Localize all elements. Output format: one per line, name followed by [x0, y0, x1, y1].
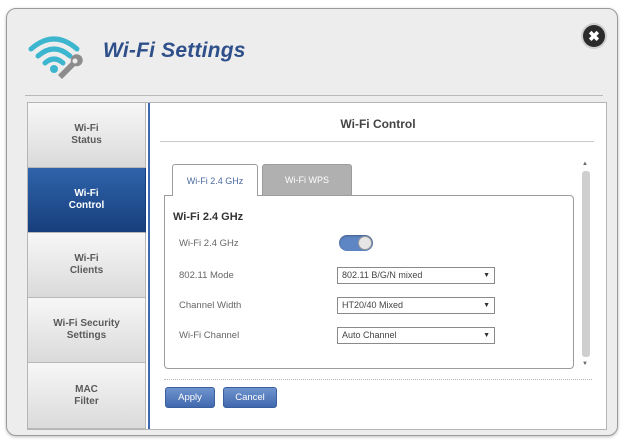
mode-select-value: 802.11 B/G/N mixed — [342, 270, 423, 280]
channel-width-label: Channel Width — [179, 300, 242, 311]
sidebar-item-label: Wi-Fi Security Settings — [53, 318, 120, 341]
channel-label: Wi-Fi Channel — [179, 330, 240, 341]
channel-select-value: Auto Channel — [342, 330, 397, 340]
tab-wifi-24ghz[interactable]: Wi-Fi 2.4 GHz — [172, 164, 258, 196]
mode-label: 802.11 Mode — [179, 270, 234, 281]
chevron-down-icon: ▼ — [483, 332, 490, 339]
sidebar-item-wifi-security-settings[interactable]: Wi-Fi Security Settings — [28, 298, 146, 363]
chevron-down-icon: ▼ — [483, 272, 490, 279]
sidebar-item-label: Wi-Fi Status — [71, 123, 102, 146]
panel-title: Wi-Fi Control — [340, 117, 416, 131]
scroll-up-icon[interactable]: ▲ — [582, 161, 588, 167]
wifi-toggle-label: Wi-Fi 2.4 GHz — [179, 238, 239, 249]
scrollbar[interactable]: ▲ ▼ — [580, 161, 592, 371]
header: Wi-Fi Settings ✖ — [7, 9, 617, 97]
channel-width-select-value: HT20/40 Mixed — [342, 300, 404, 310]
sidebar: Wi-Fi Status Wi-Fi Control Wi-Fi Clients… — [28, 103, 146, 429]
sidebar-item-wifi-control[interactable]: Wi-Fi Control — [28, 168, 146, 233]
sidebar-item-label: Wi-Fi Control — [68, 188, 105, 211]
section-heading: Wi-Fi 2.4 GHz — [173, 211, 244, 223]
toggle-knob — [358, 236, 372, 250]
tab-panel: Wi-Fi 2.4 GHz Wi-Fi 2.4 GHz 802.11 Mode … — [164, 195, 574, 369]
sidebar-item-label: Wi-Fi Clients — [69, 253, 104, 276]
scroll-down-icon[interactable]: ▼ — [582, 361, 588, 367]
sidebar-item-label: MAC Filter — [74, 383, 99, 407]
tab-wifi-wps[interactable]: Wi-Fi WPS — [262, 164, 352, 195]
page-title: Wi-Fi Settings — [103, 39, 246, 62]
button-divider — [164, 379, 592, 380]
cancel-button[interactable]: Cancel — [223, 387, 277, 408]
content-area: Wi-Fi Status Wi-Fi Control Wi-Fi Clients… — [27, 102, 607, 430]
channel-width-select[interactable]: HT20/40 Mixed ▼ — [337, 297, 495, 314]
apply-button[interactable]: Apply — [165, 387, 215, 408]
wifi-wrench-icon — [28, 36, 83, 79]
panel-divider — [160, 141, 594, 142]
chevron-down-icon: ▼ — [483, 302, 490, 309]
wifi-settings-window: Wi-Fi Settings ✖ Wi-Fi Status Wi-Fi Cont… — [6, 8, 618, 436]
sidebar-item-wifi-clients[interactable]: Wi-Fi Clients — [28, 233, 146, 298]
sidebar-item-mac-filter[interactable]: MAC Filter — [28, 363, 146, 429]
main-panel: Wi-Fi Control Wi-Fi 2.4 GHz Wi-Fi WPS Wi… — [148, 103, 606, 429]
scroll-thumb[interactable] — [582, 171, 590, 357]
mode-select[interactable]: 802.11 B/G/N mixed ▼ — [337, 267, 495, 284]
header-divider — [25, 95, 603, 96]
sidebar-item-wifi-status[interactable]: Wi-Fi Status — [28, 103, 146, 168]
close-icon[interactable]: ✖ — [583, 25, 605, 47]
wifi-toggle[interactable] — [339, 235, 373, 251]
channel-select[interactable]: Auto Channel ▼ — [337, 327, 495, 344]
